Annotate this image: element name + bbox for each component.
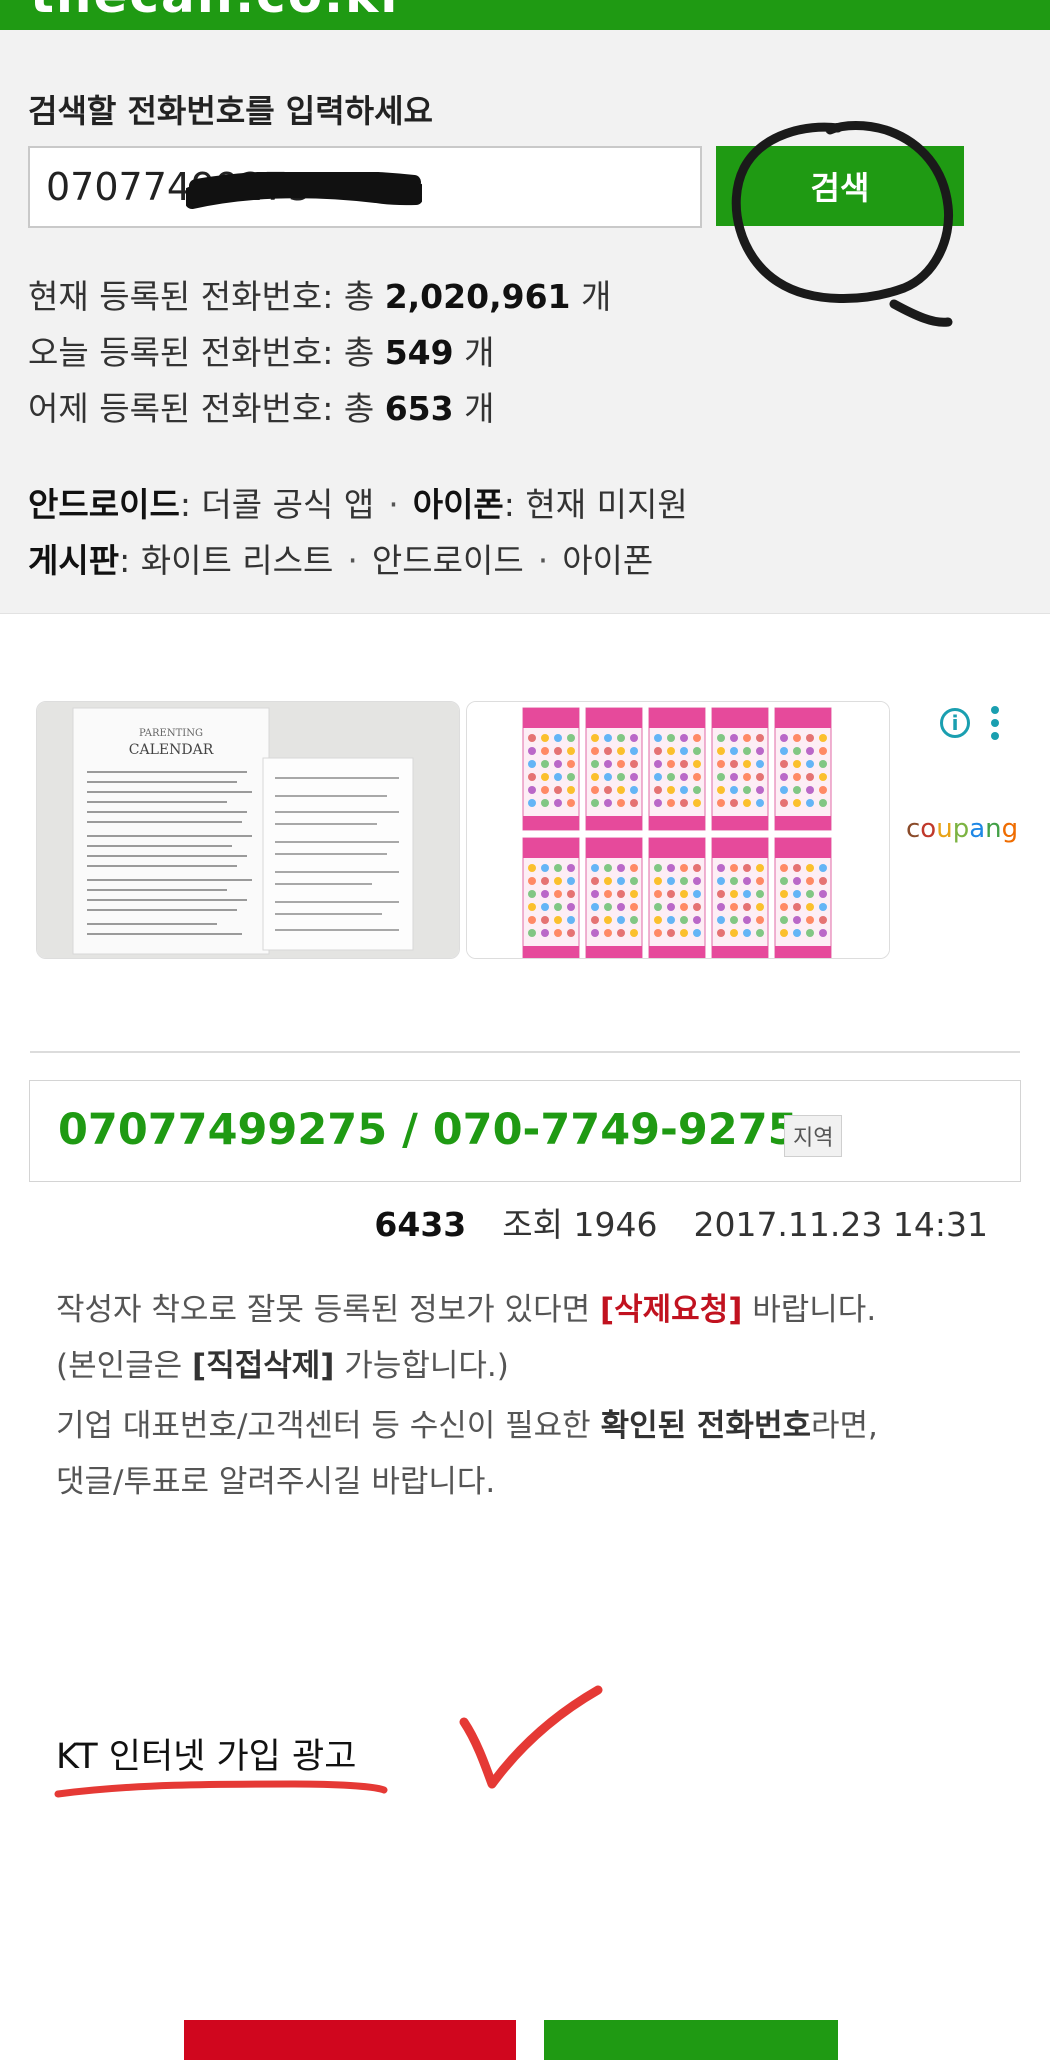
vote-good-button[interactable] (544, 2020, 838, 2060)
sticker-sheet (522, 707, 580, 831)
notice-verified-number: 기업 대표번호/고객센터 등 수신이 필요한 확인된 전화번호라면, (56, 1400, 878, 1445)
stat-total-label: 현재 등록된 전화번호: 총 (28, 277, 385, 316)
notice-text: 기업 대표번호/고객센터 등 수신이 필요한 (56, 1408, 601, 1444)
notice-text: 라면, (811, 1408, 878, 1444)
search-section: 검색할 전화번호를 입력하세요 검색 현재 등록된 전화번호: 총 2,020,… (0, 30, 1050, 614)
site-logo[interactable]: thecall.co.kr (30, 0, 407, 24)
stat-today-value: 549 (384, 333, 454, 372)
sticker-sheet (585, 837, 643, 958)
calendar-product-image: PARENTING CALENDAR (37, 702, 459, 958)
separator-dot: · (347, 541, 358, 580)
stat-total-value: 2,020,961 (384, 277, 571, 316)
sticker-sheet (711, 707, 769, 831)
stat-total-unit: 개 (570, 277, 612, 316)
stat-yesterday-value: 653 (384, 389, 454, 428)
notice-delete-request: 작성자 착오로 잘못 등록된 정보가 있다면 [삭제요청] 바랍니다. (56, 1284, 876, 1329)
search-button[interactable]: 검색 (716, 146, 964, 226)
verified-number-emphasis: 확인된 전화번호 (600, 1408, 811, 1444)
app-links: 안드로이드: 더콜 공식 앱 · 아이폰: 현재 미지원 (28, 478, 688, 526)
hand-drawn-checkmark-annotation (459, 1685, 603, 1789)
post-id: 6433 (374, 1205, 467, 1244)
iphone-status: : 현재 미지원 (503, 485, 688, 524)
stat-yesterday: 어제 등록된 전화번호: 총 653 개 (28, 382, 494, 430)
stat-yesterday-unit: 개 (453, 389, 495, 428)
board-link-iphone[interactable]: 아이폰 (562, 541, 653, 580)
calendar-title-small: PARENTING (139, 728, 203, 739)
stat-today: 오늘 등록된 전화번호: 총 549 개 (28, 326, 494, 374)
sticker-sheet (585, 707, 643, 831)
separator-dot: · (537, 541, 549, 580)
sticker-sheet (648, 837, 706, 958)
info-icon[interactable]: i (940, 708, 970, 738)
phone-number-header: 07077499275 / 070-7749-9275 지역 (29, 1080, 1021, 1182)
self-delete-link[interactable]: [직접삭제] (192, 1348, 334, 1384)
notice-text: 바랍니다. (742, 1292, 877, 1328)
sticker-product-image (467, 702, 889, 958)
separator-dot: · (388, 485, 399, 524)
stat-total: 현재 등록된 전화번호: 총 2,020,961 개 (28, 270, 611, 318)
sticker-sheet (522, 837, 580, 958)
notice-text: 댓글/투표로 알려주시길 바랍니다. (56, 1464, 496, 1500)
delete-request-link[interactable]: [삭제요청] (600, 1292, 742, 1328)
region-badge[interactable]: 지역 (784, 1115, 843, 1157)
sticker-sheet (648, 707, 706, 831)
sticker-sheet (774, 707, 832, 831)
stat-today-unit: 개 (453, 333, 495, 372)
top-bar: thecall.co.kr (0, 0, 1050, 30)
search-label: 검색할 전화번호를 입력하세요 (28, 92, 434, 130)
notice-text: (본인글은 (56, 1348, 193, 1384)
sticker-sheet (711, 837, 769, 958)
phone-number-title: 07077499275 / 070-7749-9275 (58, 1105, 798, 1155)
view-count: 조회 1946 (502, 1205, 658, 1244)
board-link-whitelist[interactable]: 화이트 리스트 (141, 541, 334, 580)
board-link-android[interactable]: 안드로이드 (372, 541, 524, 580)
notice-text: 가능합니다.) (334, 1348, 509, 1384)
post-meta: 6433 조회 1946 2017.11.23 14:31 (374, 1198, 988, 1246)
post-content: KT 인터넷 가입 광고 (56, 1737, 357, 1777)
ad-banner: PARENTING CALENDAR i coupang (0, 696, 1050, 970)
iphone-label: 아이폰 (412, 485, 504, 524)
notice-comment-vote: 댓글/투표로 알려주시길 바랍니다. (56, 1456, 495, 1501)
redaction-scribble (186, 172, 422, 209)
board-label: 게시판 (28, 541, 120, 580)
android-label: 안드로이드 (28, 485, 180, 524)
notice-text: 작성자 착오로 잘못 등록된 정보가 있다면 (56, 1292, 600, 1328)
hand-drawn-underline-annotation (54, 1780, 388, 1798)
stat-today-label: 오늘 등록된 전화번호: 총 (28, 333, 385, 372)
android-app-link[interactable]: : 더콜 공식 앱 (180, 485, 374, 524)
sticker-sheet (774, 837, 832, 958)
more-vertical-icon[interactable] (990, 706, 1000, 742)
ad-product-card[interactable] (466, 701, 890, 959)
divider (30, 1051, 1020, 1053)
calendar-title: CALENDAR (129, 742, 214, 758)
stat-yesterday-label: 어제 등록된 전화번호: 총 (28, 389, 385, 428)
post-datetime: 2017.11.23 14:31 (693, 1205, 988, 1244)
notice-self-delete: (본인글은 [직접삭제] 가능합니다.) (56, 1340, 509, 1385)
coupang-logo[interactable]: coupang (906, 814, 1018, 844)
board-colon: : (119, 541, 131, 580)
vote-bad-button[interactable] (184, 2020, 516, 2060)
ad-product-card[interactable]: PARENTING CALENDAR (36, 701, 460, 959)
board-links: 게시판: 화이트 리스트 · 안드로이드 · 아이폰 (28, 534, 653, 582)
